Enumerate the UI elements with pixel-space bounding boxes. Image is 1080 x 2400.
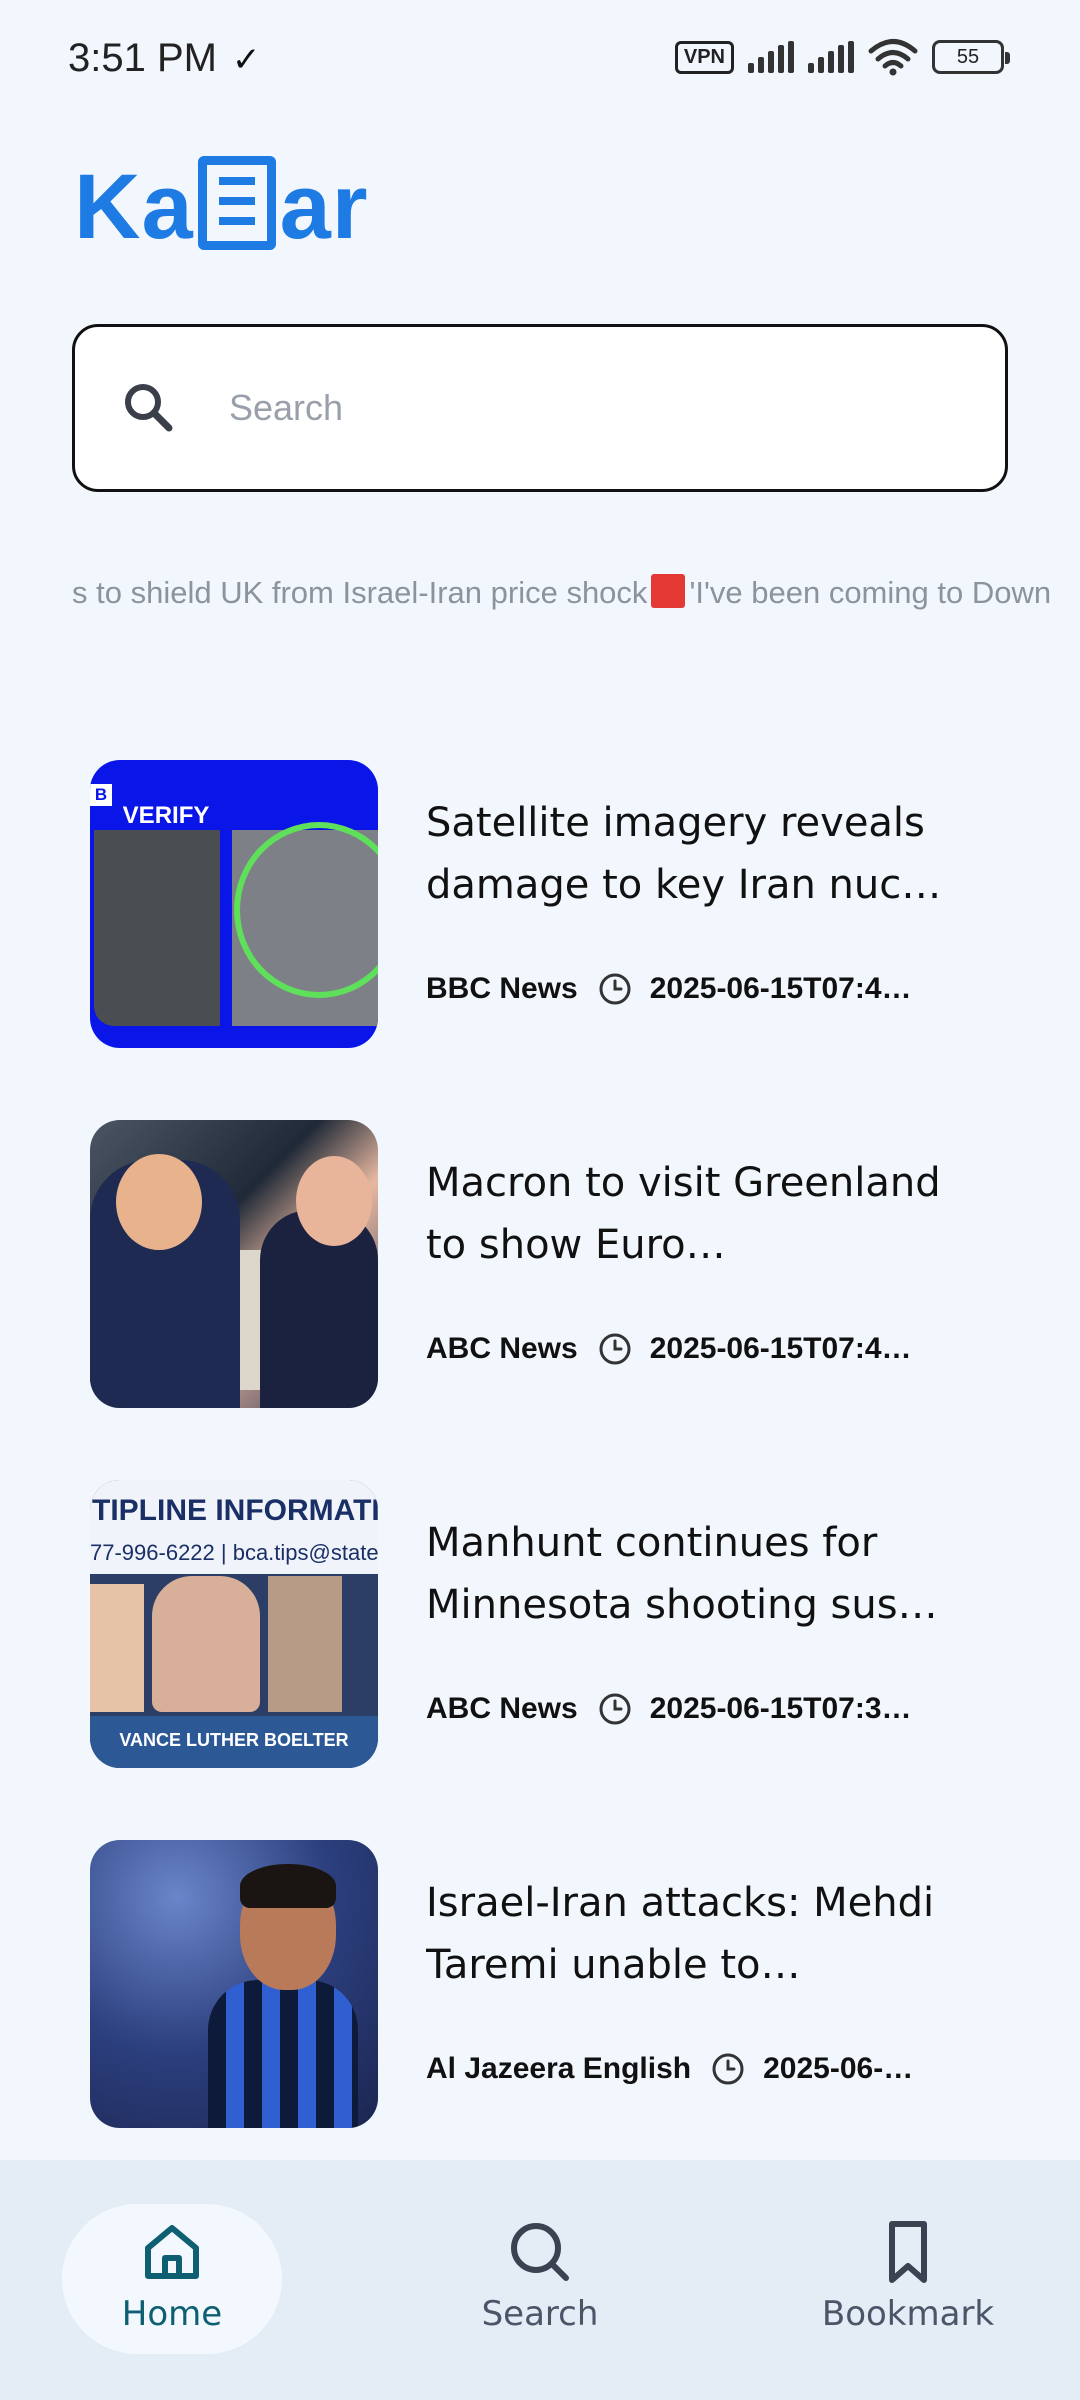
search-input[interactable]: Search xyxy=(72,324,1008,492)
bookmark-icon xyxy=(889,2221,927,2283)
search-icon xyxy=(511,2223,569,2281)
clock-icon xyxy=(599,1333,631,1365)
nav-home[interactable]: Home xyxy=(62,2204,282,2354)
news-thumbnail xyxy=(90,1840,378,2128)
battery-icon: 55 xyxy=(932,40,1010,74)
thumb-badge: VERIFY xyxy=(122,802,210,829)
notification-check-icon: ✓ xyxy=(232,40,261,80)
app-logo: Ka ar xyxy=(74,156,369,260)
news-meta: ABC News 2025-06-15T07:4… xyxy=(426,1332,1026,1366)
nav-home-label: Home xyxy=(121,2294,223,2334)
news-title: Israel-Iran attacks: Mehdi Taremi unable… xyxy=(426,1880,935,1988)
news-title: Satellite imagery reveals damage to key … xyxy=(426,800,942,908)
bottom-navigation: Home Search Bookmark xyxy=(0,2160,1080,2400)
logo-text-right: ar xyxy=(279,156,369,258)
news-meta: BBC News 2025-06-15T07:4… xyxy=(426,972,1026,1006)
news-date: 2025-06-15T07:4… xyxy=(649,1332,912,1365)
ticker-item: 'I've been coming to Down xyxy=(689,575,1052,610)
thumb-header: TIPLINE INFORMATION xyxy=(90,1480,378,1540)
news-date: 2025-06-15T07:3… xyxy=(649,1692,912,1725)
vpn-icon: VPN xyxy=(674,40,734,74)
nav-bookmark-label: Bookmark xyxy=(821,2294,995,2334)
cellular-signal-icon xyxy=(748,41,794,73)
status-time: 3:51 PM xyxy=(68,36,217,80)
news-title: Macron to visit Greenland to show Euro… xyxy=(426,1160,941,1268)
news-source: ABC News xyxy=(426,1692,578,1725)
clock-icon xyxy=(599,973,631,1005)
ticker-separator-icon xyxy=(651,574,686,608)
news-date: 2025-06-… xyxy=(763,2052,914,2085)
news-meta: Al Jazeera English 2025-06-… xyxy=(426,2052,1026,2086)
logo-text-left: Ka xyxy=(74,156,194,258)
clock-icon xyxy=(712,2053,744,2085)
news-source: BBC News xyxy=(426,972,578,1005)
thumb-footer: VANCE LUTHER BOELTER xyxy=(90,1716,378,1768)
search-icon xyxy=(125,384,173,432)
thumb-line: 77-996-6222 | bca.tips@state.mn.u xyxy=(90,1536,378,1574)
news-source: Al Jazeera English xyxy=(426,2052,692,2085)
clock-icon xyxy=(599,1693,631,1725)
search-placeholder: Search xyxy=(229,387,344,428)
nav-search-label: Search xyxy=(481,2294,599,2334)
cellular-signal-icon-2 xyxy=(808,41,854,73)
document-logo-icon xyxy=(197,156,276,250)
news-thumbnail: B C VERIFY xyxy=(90,760,378,1048)
news-thumbnail xyxy=(90,1120,378,1408)
home-icon xyxy=(145,2225,199,2279)
wifi-icon xyxy=(868,39,918,76)
news-date: 2025-06-15T07:4… xyxy=(649,972,912,1005)
news-meta: ABC News 2025-06-15T07:3… xyxy=(426,1692,1026,1726)
news-title: Manhunt continues for Minnesota shooting… xyxy=(426,1520,938,1628)
status-icons: VPN 55 xyxy=(674,38,1010,76)
news-item[interactable]: Macron to visit Greenland to show Euro… … xyxy=(90,1120,1030,1408)
news-source: ABC News xyxy=(426,1332,578,1365)
nav-search[interactable]: Search xyxy=(430,2204,650,2354)
news-thumbnail: TIPLINE INFORMATION 77-996-6222 | bca.ti… xyxy=(90,1480,378,1768)
nav-bookmark[interactable]: Bookmark xyxy=(798,2204,1018,2354)
headline-ticker[interactable]: s to shield UK from Israel-Iran price sh… xyxy=(72,570,1080,620)
ticker-item: s to shield UK from Israel-Iran price sh… xyxy=(72,575,648,610)
status-bar: 3:51 PM ✓ VPN 55 xyxy=(0,0,1080,120)
thumb-logo: B C xyxy=(90,784,112,826)
news-item[interactable]: TIPLINE INFORMATION 77-996-6222 | bca.ti… xyxy=(90,1480,1030,1768)
ticker-text: s to shield UK from Israel-Iran price sh… xyxy=(72,574,1051,611)
news-item[interactable]: Israel-Iran attacks: Mehdi Taremi unable… xyxy=(90,1840,1030,2128)
news-item[interactable]: B C VERIFY Satellite imagery reveals dam… xyxy=(90,760,1030,1048)
